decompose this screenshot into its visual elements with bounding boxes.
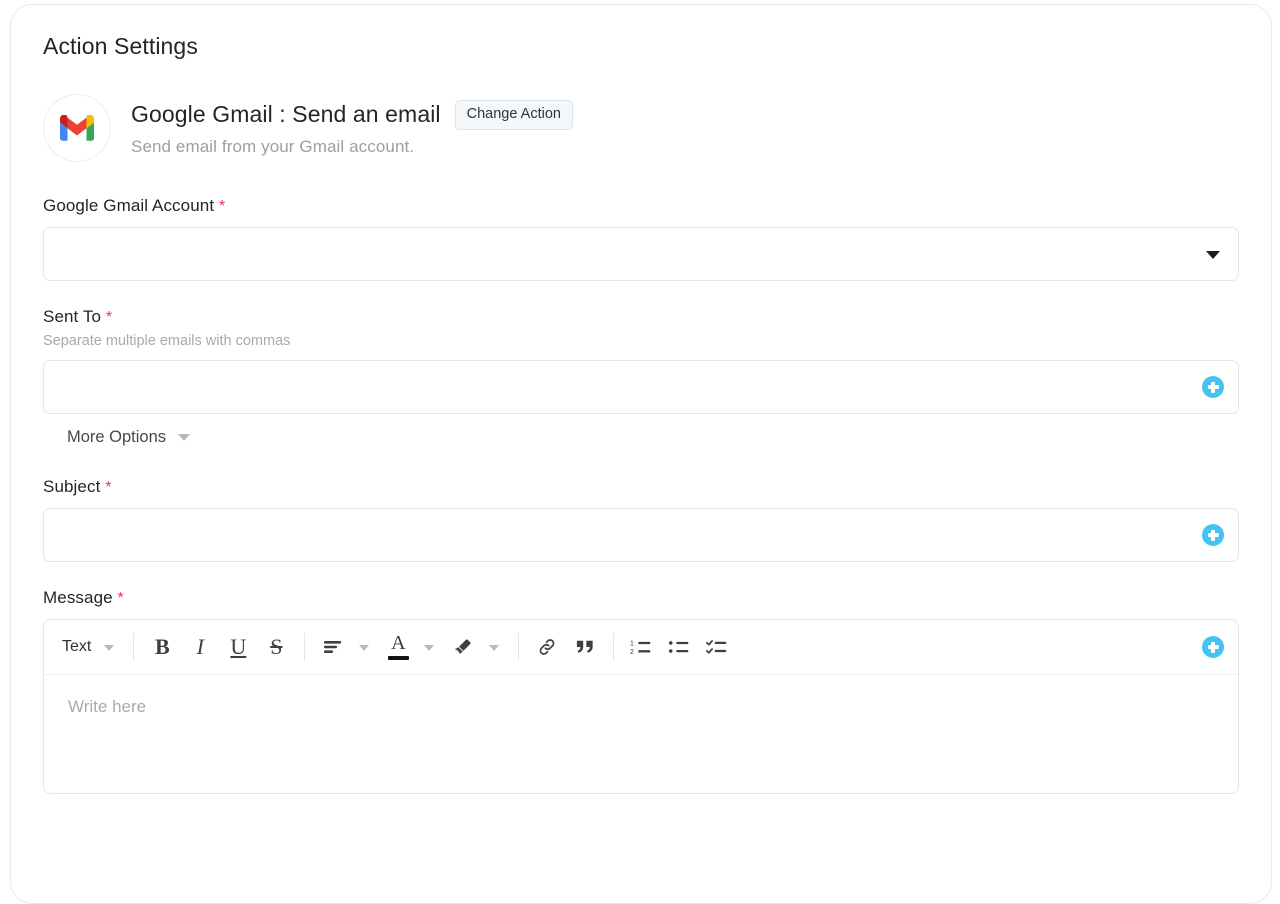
svg-text:1: 1 bbox=[630, 641, 634, 648]
action-settings-card: Action Settings Google Gmail : Send an e… bbox=[10, 4, 1272, 904]
field-sent-to: Sent To * Separate multiple emails with … bbox=[43, 307, 1239, 447]
text-color-letter: A bbox=[391, 631, 406, 654]
blockquote-icon[interactable] bbox=[566, 628, 604, 666]
numbered-list-icon[interactable]: 1 2 bbox=[623, 628, 661, 666]
chevron-down-icon[interactable] bbox=[489, 645, 500, 651]
text-color-swatch bbox=[387, 655, 409, 660]
toolbar-divider bbox=[518, 633, 520, 661]
sent-to-label: Sent To * bbox=[43, 307, 1239, 327]
more-options-toggle[interactable]: More Options bbox=[67, 428, 191, 447]
subject-control[interactable] bbox=[43, 508, 1239, 562]
page-title: Action Settings bbox=[43, 33, 198, 59]
required-marker: * bbox=[218, 198, 226, 215]
account-label-text: Google Gmail Account bbox=[43, 196, 215, 215]
bulleted-list-icon[interactable] bbox=[661, 628, 699, 666]
rich-text-editor: Text B I U S A 1 2 Write here bbox=[43, 619, 1239, 794]
message-editor-body[interactable]: Write here bbox=[44, 675, 1238, 793]
sent-to-hint: Separate multiple emails with commas bbox=[43, 333, 291, 349]
chevron-down-icon[interactable] bbox=[1206, 251, 1220, 259]
chevron-down-icon[interactable] bbox=[359, 645, 370, 651]
subject-input[interactable] bbox=[44, 509, 1238, 561]
change-action-button[interactable]: Change Action bbox=[454, 100, 573, 130]
toolbar-divider bbox=[304, 633, 306, 661]
text-style-dropdown[interactable]: Text bbox=[48, 628, 97, 666]
add-variable-icon[interactable] bbox=[1202, 524, 1224, 546]
required-marker: * bbox=[105, 309, 113, 326]
field-subject: Subject * bbox=[43, 477, 1239, 562]
text-style-label: Text bbox=[62, 638, 92, 655]
account-input[interactable] bbox=[44, 228, 1238, 280]
text-color-icon[interactable]: A bbox=[379, 628, 417, 666]
checklist-icon[interactable] bbox=[699, 628, 737, 666]
gmail-logo-icon bbox=[43, 94, 111, 162]
action-header: Google Gmail : Send an email Change Acti… bbox=[43, 94, 1239, 162]
more-options-label: More Options bbox=[67, 428, 167, 446]
add-variable-icon[interactable] bbox=[1202, 376, 1224, 398]
sent-to-control[interactable] bbox=[43, 360, 1239, 414]
toolbar-divider bbox=[133, 633, 135, 661]
account-select[interactable] bbox=[43, 227, 1239, 281]
chevron-down-icon[interactable] bbox=[424, 645, 435, 651]
svg-text:2: 2 bbox=[630, 649, 634, 656]
required-marker: * bbox=[117, 590, 124, 607]
italic-button[interactable]: I bbox=[181, 628, 219, 666]
toolbar-divider bbox=[613, 633, 615, 661]
subject-label-text: Subject bbox=[43, 477, 101, 496]
message-label-text: Message bbox=[43, 588, 113, 607]
highlight-pen-icon[interactable] bbox=[444, 628, 482, 666]
account-label: Google Gmail Account * bbox=[43, 196, 1239, 216]
chevron-down-icon[interactable] bbox=[104, 645, 115, 651]
message-label: Message * bbox=[43, 588, 1239, 608]
underline-button[interactable]: U bbox=[219, 628, 257, 666]
required-marker: * bbox=[105, 479, 112, 496]
field-google-gmail-account: Google Gmail Account * bbox=[43, 196, 1239, 281]
action-title: Google Gmail : Send an email bbox=[131, 101, 441, 128]
sent-to-input[interactable] bbox=[44, 361, 1238, 413]
add-variable-icon[interactable] bbox=[1202, 636, 1224, 658]
chevron-down-icon bbox=[178, 434, 191, 441]
editor-toolbar: Text B I U S A 1 2 bbox=[44, 620, 1238, 675]
strikethrough-button[interactable]: S bbox=[257, 628, 295, 666]
subject-label: Subject * bbox=[43, 477, 1239, 497]
bold-button[interactable]: B bbox=[143, 628, 181, 666]
sent-to-label-text: Sent To bbox=[43, 307, 102, 326]
link-icon[interactable] bbox=[528, 628, 566, 666]
field-message: Message * Text B I U S A 1 2 Write here bbox=[43, 588, 1239, 794]
align-left-icon[interactable] bbox=[314, 628, 352, 666]
action-description: Send email from your Gmail account. bbox=[131, 136, 415, 156]
